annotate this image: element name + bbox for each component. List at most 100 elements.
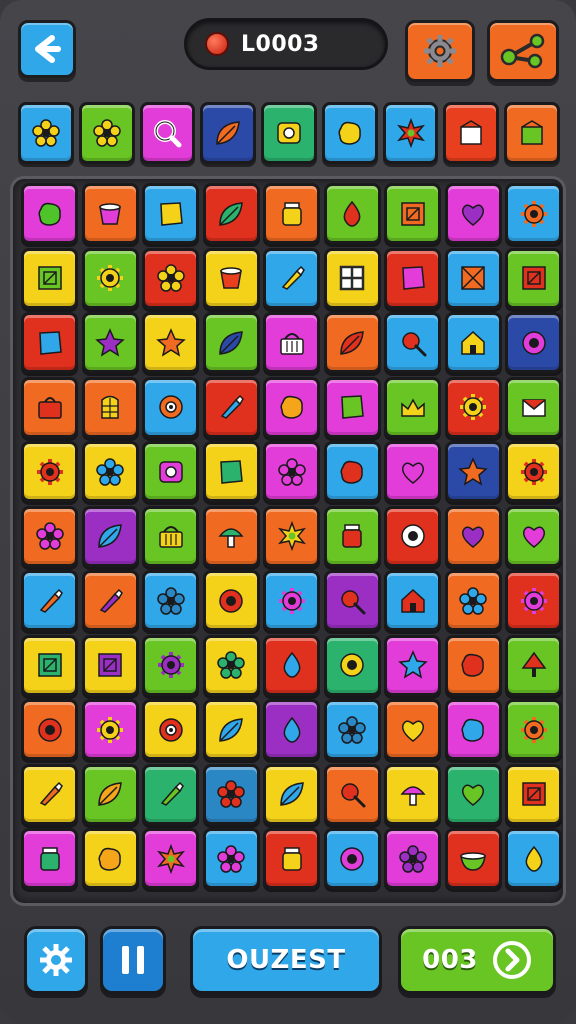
- board-tile[interactable]: [21, 312, 78, 373]
- board-tile[interactable]: [202, 828, 260, 889]
- board-tile[interactable]: [444, 634, 502, 696]
- board-tile[interactable]: [444, 441, 502, 502]
- board-tile[interactable]: [81, 312, 139, 373]
- board-tile[interactable]: [384, 505, 441, 567]
- board-tile[interactable]: [505, 699, 562, 760]
- board-tile[interactable]: [263, 505, 320, 567]
- board-tile[interactable]: [142, 763, 199, 825]
- board-tile[interactable]: [142, 247, 199, 309]
- board-tile[interactable]: [384, 699, 441, 760]
- board-tile[interactable]: [323, 183, 381, 244]
- board-tile[interactable]: [202, 376, 260, 438]
- board-tile[interactable]: [384, 570, 441, 631]
- board-tile[interactable]: [444, 828, 502, 889]
- board-tile[interactable]: [142, 634, 199, 696]
- board-tile[interactable]: [81, 699, 139, 760]
- board-tile[interactable]: [384, 828, 441, 889]
- board-tile[interactable]: [263, 183, 320, 244]
- board-tile[interactable]: [444, 183, 502, 244]
- board-tile[interactable]: [384, 183, 441, 244]
- board-tile[interactable]: [202, 634, 260, 696]
- board-tile[interactable]: [142, 183, 199, 244]
- board-tile[interactable]: [21, 699, 78, 760]
- board-tile[interactable]: [323, 376, 381, 438]
- board-tile[interactable]: [444, 699, 502, 760]
- share-button[interactable]: [487, 20, 559, 82]
- board-tile[interactable]: [323, 699, 381, 760]
- board-tile[interactable]: [263, 699, 320, 760]
- board-tile[interactable]: [505, 634, 562, 696]
- board-tile[interactable]: [505, 505, 562, 567]
- pause-button[interactable]: [100, 926, 166, 994]
- board-tile[interactable]: [505, 441, 562, 502]
- board-tile[interactable]: [142, 441, 199, 502]
- strip-tile[interactable]: [382, 102, 439, 164]
- board-tile[interactable]: [142, 570, 199, 631]
- board-tile[interactable]: [81, 505, 139, 567]
- board-tile[interactable]: [142, 505, 199, 567]
- strip-tile[interactable]: [139, 102, 196, 164]
- back-button[interactable]: [18, 20, 76, 78]
- board-tile[interactable]: [263, 441, 320, 502]
- board-tile[interactable]: [444, 247, 502, 309]
- board-tile[interactable]: [81, 634, 139, 696]
- board-tile[interactable]: [323, 634, 381, 696]
- board-tile[interactable]: [323, 828, 381, 889]
- mode-button[interactable]: OUZEST: [190, 926, 382, 994]
- strip-tile[interactable]: [321, 102, 378, 164]
- board-tile[interactable]: [21, 247, 78, 309]
- board-tile[interactable]: [21, 183, 78, 244]
- strip-tile[interactable]: [504, 102, 561, 164]
- board-tile[interactable]: [384, 312, 441, 373]
- board-tile[interactable]: [323, 441, 381, 502]
- board-tile[interactable]: [202, 699, 260, 760]
- board-tile[interactable]: [81, 828, 139, 889]
- settings-button[interactable]: [405, 20, 475, 82]
- board-tile[interactable]: [263, 247, 320, 309]
- board-tile[interactable]: [505, 828, 562, 889]
- board-tile[interactable]: [263, 828, 320, 889]
- restart-button[interactable]: [24, 926, 88, 994]
- board-tile[interactable]: [384, 763, 441, 825]
- board-tile[interactable]: [21, 441, 78, 502]
- board-tile[interactable]: [21, 828, 78, 889]
- board-tile[interactable]: [142, 828, 199, 889]
- board-tile[interactable]: [142, 699, 199, 760]
- board-tile[interactable]: [505, 763, 562, 825]
- board-tile[interactable]: [81, 376, 139, 438]
- board-tile[interactable]: [142, 312, 199, 373]
- board-tile[interactable]: [21, 376, 78, 438]
- board-tile[interactable]: [384, 247, 441, 309]
- board-tile[interactable]: [202, 441, 260, 502]
- board-tile[interactable]: [142, 376, 199, 438]
- board-tile[interactable]: [81, 763, 139, 825]
- board-tile[interactable]: [444, 312, 502, 373]
- board-tile[interactable]: [202, 247, 260, 309]
- board-tile[interactable]: [81, 247, 139, 309]
- board-tile[interactable]: [384, 634, 441, 696]
- board-tile[interactable]: [505, 247, 562, 309]
- strip-tile[interactable]: [200, 102, 257, 164]
- board-tile[interactable]: [263, 312, 320, 373]
- board-tile[interactable]: [202, 505, 260, 567]
- board-tile[interactable]: [21, 505, 78, 567]
- board-tile[interactable]: [263, 763, 320, 825]
- board-tile[interactable]: [384, 441, 441, 502]
- board-tile[interactable]: [21, 634, 78, 696]
- board-tile[interactable]: [81, 441, 139, 502]
- board-tile[interactable]: [505, 312, 562, 373]
- board-tile[interactable]: [202, 570, 260, 631]
- board-tile[interactable]: [202, 763, 260, 825]
- board-tile[interactable]: [263, 570, 320, 631]
- board-tile[interactable]: [202, 312, 260, 373]
- board-tile[interactable]: [323, 312, 381, 373]
- board-tile[interactable]: [81, 183, 139, 244]
- board-tile[interactable]: [21, 570, 78, 631]
- board-tile[interactable]: [444, 763, 502, 825]
- board-tile[interactable]: [505, 570, 562, 631]
- board-tile[interactable]: [263, 376, 320, 438]
- board-tile[interactable]: [505, 376, 562, 438]
- board-tile[interactable]: [323, 505, 381, 567]
- strip-tile[interactable]: [18, 102, 74, 164]
- board-tile[interactable]: [444, 570, 502, 631]
